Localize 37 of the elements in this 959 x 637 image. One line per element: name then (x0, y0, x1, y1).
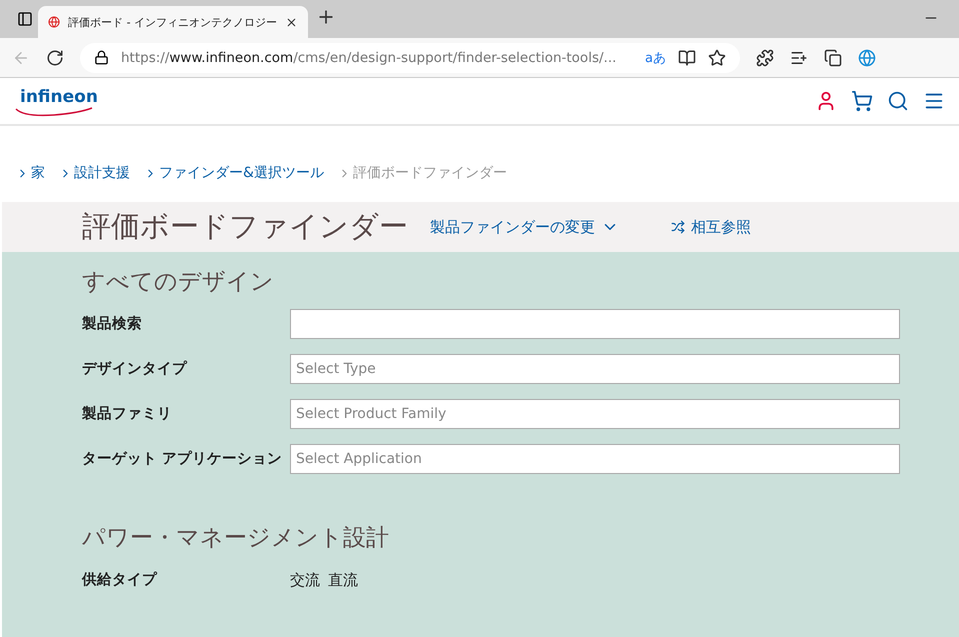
tab-title: 評価ボード - インフィニオンテクノロジー (68, 14, 278, 30)
cart-icon[interactable] (851, 90, 873, 112)
field-label: 供給タイプ (82, 570, 158, 590)
url-text: https://www.infineon.com/cms/en/design-support/finder-selection-tools/... (121, 50, 618, 66)
cross-reference-link[interactable]: 相互参照 (671, 218, 751, 236)
site-logo[interactable]: infineon (14, 85, 104, 117)
site-favicon-icon (48, 15, 60, 29)
breadcrumb-link[interactable]: 家 (16, 164, 45, 182)
collections-icon[interactable] (824, 48, 842, 66)
select-field[interactable]: Select Application (290, 444, 900, 474)
change-finder-link[interactable]: 製品ファインダーの変更 (430, 218, 619, 236)
select-field[interactable]: Select Type (290, 354, 900, 384)
breadcrumb-link[interactable]: ファインダー&選択ツール (144, 164, 324, 182)
favorite-icon[interactable] (708, 48, 726, 66)
field-label: デザインタイプ (82, 360, 188, 379)
option-link[interactable]: 交流 (290, 565, 320, 595)
sidebar-icon[interactable] (17, 11, 33, 27)
field-label: 製品検索 (82, 314, 143, 334)
field-label: 製品ファミリ (82, 404, 173, 424)
lock-icon (94, 50, 109, 65)
select-field[interactable]: Select Product Family (290, 399, 900, 429)
search-field[interactable] (290, 309, 900, 339)
field-label: ターゲット アプリケーション (82, 450, 284, 469)
logo-swoosh-icon (14, 107, 94, 117)
search-icon[interactable] (887, 90, 909, 112)
extensions-icon[interactable] (756, 48, 774, 66)
browser-tab[interactable]: 評価ボード - インフィニオンテクノロジー (38, 6, 308, 38)
reload-icon[interactable] (46, 48, 64, 66)
section-title: パワー・マネージメント設計 (82, 524, 390, 553)
address-field[interactable]: https://www.infineon.com/cms/en/design-support/finder-selection-tools/... aあ (80, 42, 740, 72)
shuffle-icon (671, 220, 685, 234)
breadcrumb-link[interactable]: 設計支援 (59, 164, 130, 182)
option-link[interactable]: 直流 (328, 565, 358, 595)
translate-button[interactable]: aあ (645, 48, 666, 66)
page-title: 評価ボードファインダー (82, 208, 408, 245)
reader-icon[interactable] (678, 48, 696, 66)
section-title: すべてのデザイン (82, 268, 275, 297)
